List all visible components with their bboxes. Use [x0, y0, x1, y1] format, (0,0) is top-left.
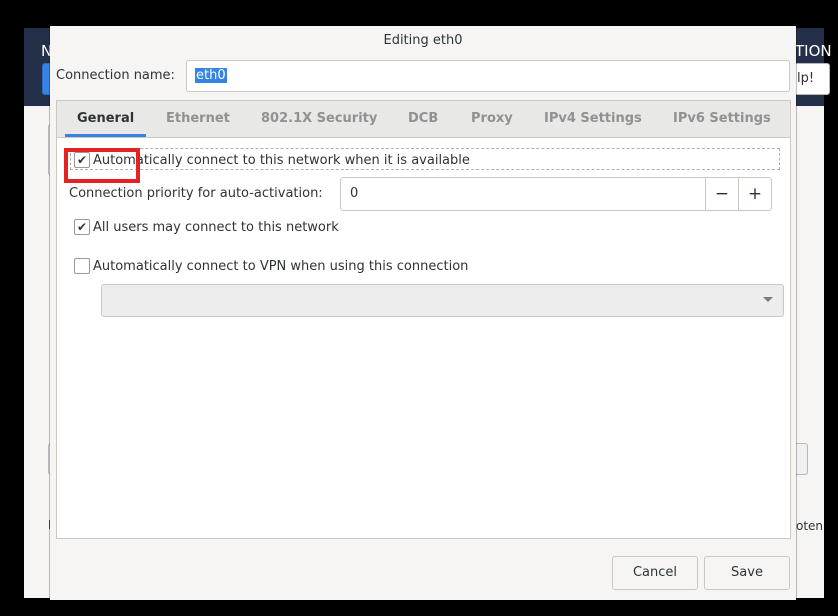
priority-label: Connection priority for auto-activation: — [69, 186, 323, 201]
auto-vpn-label: Automatically connect to VPN when using … — [93, 259, 469, 274]
highlight-annotation-box — [64, 148, 140, 183]
tab-ipv6-settings[interactable]: IPv6 Settings — [673, 101, 771, 137]
tab-ipv4-settings[interactable]: IPv4 Settings — [544, 101, 642, 137]
cancel-button[interactable]: Cancel — [612, 556, 698, 590]
background-help-button[interactable]: lp! — [794, 63, 830, 95]
background-header-right-text: TION — [795, 42, 832, 60]
priority-spinbutton[interactable]: 0 − + — [340, 177, 772, 211]
background-side-text: oten — [796, 519, 824, 533]
checkmark-icon: ✔ — [76, 220, 88, 234]
tab-bar: General Ethernet 802.1X Security DCB Pro… — [57, 101, 790, 138]
edit-connection-dialog: Editing eth0 Connection name: eth0 Gener… — [50, 26, 796, 600]
background-right-button — [794, 443, 808, 475]
plus-icon: + — [747, 184, 763, 204]
vpn-connection-combo[interactable] — [101, 284, 784, 317]
all-users-checkbox[interactable]: ✔ — [74, 219, 90, 235]
connection-name-value: eth0 — [195, 68, 227, 83]
tab-dcb[interactable]: DCB — [408, 101, 438, 137]
save-button[interactable]: Save — [704, 556, 790, 590]
connection-name-label: Connection name: — [56, 68, 175, 83]
auto-vpn-checkbox[interactable] — [74, 258, 90, 274]
tab-802-1x-security[interactable]: 802.1X Security — [261, 101, 377, 137]
priority-increment-button[interactable]: + — [738, 178, 771, 210]
chevron-down-icon — [763, 297, 773, 302]
tab-general[interactable]: General — [64, 101, 147, 137]
all-users-label: All users may connect to this network — [93, 220, 339, 235]
tab-proxy[interactable]: Proxy — [471, 101, 513, 137]
priority-value: 0 — [350, 186, 359, 201]
settings-notebook: General Ethernet 802.1X Security DCB Pro… — [56, 100, 791, 539]
priority-decrement-button[interactable]: − — [705, 178, 738, 210]
connection-name-input[interactable]: eth0 — [186, 60, 790, 92]
minus-icon: − — [714, 184, 730, 204]
dialog-title: Editing eth0 — [383, 33, 463, 48]
tab-ethernet[interactable]: Ethernet — [166, 101, 230, 137]
background-help-label: lp! — [797, 71, 815, 86]
auto-connect-label: Automatically connect to this network wh… — [93, 153, 470, 168]
